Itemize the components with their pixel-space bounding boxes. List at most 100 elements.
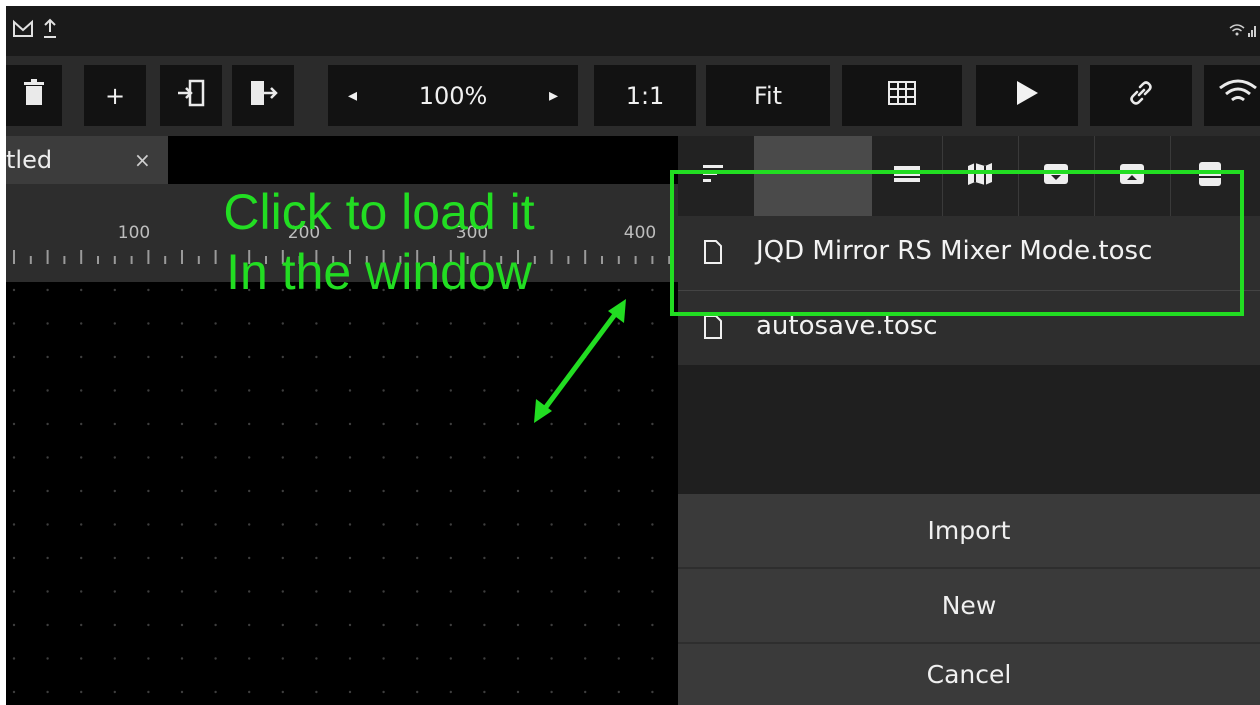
export-control-button[interactable] [232, 65, 294, 126]
grid-dot [113, 288, 117, 292]
add-button[interactable]: + [84, 65, 146, 126]
grid-dot [281, 623, 284, 627]
grid-dot [214, 523, 217, 526]
grid-dot [248, 556, 251, 560]
grid-dot [12, 690, 16, 694]
grid-dot [281, 657, 284, 660]
grid-dot [516, 456, 520, 459]
grid-dot [416, 657, 419, 660]
fit-button[interactable]: Fit [706, 65, 830, 126]
grid-dot [113, 422, 117, 426]
grid-dot [147, 623, 150, 627]
grid-dot [248, 489, 251, 493]
grid-dot [449, 590, 452, 593]
grid-dot [315, 355, 318, 359]
grid-dot [348, 489, 352, 493]
grid-dot [483, 623, 486, 627]
grid-dot [550, 456, 553, 459]
grid-dot [315, 590, 318, 593]
grid-dot [516, 690, 520, 694]
new-label: New [941, 591, 997, 620]
one-to-one-button[interactable]: 1:1 [594, 65, 696, 126]
upload-icon [42, 18, 58, 44]
network-button[interactable] [1204, 65, 1260, 126]
zoom-out-button[interactable]: ◂ [348, 85, 357, 106]
grid-dot [651, 355, 654, 359]
grid-dot [12, 590, 16, 593]
grid-dot [147, 288, 150, 292]
grid-dot [147, 355, 150, 359]
grid-dot [214, 322, 217, 325]
grid-dot [315, 389, 318, 392]
grid-dot [516, 389, 520, 392]
grid-dot [449, 355, 452, 359]
grid-dot [584, 690, 587, 694]
play-button[interactable] [976, 65, 1078, 126]
editor-toolbar: + ◂ 100% ▸ 1:1 Fit [6, 56, 1260, 136]
grid-dot [214, 590, 217, 593]
grid-dot [248, 590, 251, 593]
grid-dot [113, 590, 117, 593]
grid-dot [147, 690, 150, 694]
grid-dot [113, 523, 117, 526]
grid-dot [46, 556, 49, 560]
grid-dot [248, 456, 251, 459]
delete-button[interactable] [6, 65, 62, 126]
grid-dot [147, 657, 150, 660]
grid-dot [113, 623, 117, 627]
grid-dot [550, 590, 553, 593]
grid-dot [617, 456, 620, 459]
import-control-button[interactable] [160, 65, 222, 126]
grid-dot [617, 657, 620, 660]
grid-dot [80, 590, 83, 593]
grid-dot [180, 556, 184, 560]
grid-dot [46, 355, 49, 359]
grid-dot [550, 523, 553, 526]
import-button[interactable]: Import [678, 494, 1260, 567]
grid-button[interactable] [842, 65, 962, 126]
grid-dot [449, 456, 452, 459]
grid-dot [281, 556, 284, 560]
grid-dot [281, 322, 284, 325]
grid-dot [382, 389, 385, 392]
new-button[interactable]: New [678, 569, 1260, 642]
grid-dot [651, 657, 654, 660]
grid-icon [888, 80, 916, 111]
grid-dot [416, 523, 419, 526]
grid-dot [348, 690, 352, 694]
grid-dot [113, 556, 117, 560]
grid-dot [281, 389, 284, 392]
grid-dot [315, 322, 318, 325]
grid-dot [617, 690, 620, 694]
file-icon [704, 315, 722, 339]
grid-dot [550, 657, 553, 660]
connections-button[interactable] [1090, 65, 1192, 126]
tab-document[interactable]: tled × [6, 136, 168, 184]
grid-dot [617, 590, 620, 593]
grid-dot [348, 556, 352, 560]
annotation-highlight-box [670, 170, 1244, 316]
tab-label: tled [6, 146, 53, 174]
zoom-in-button[interactable]: ▸ [549, 85, 558, 106]
one-to-one-label: 1:1 [625, 81, 665, 110]
grid-dot [180, 389, 184, 392]
ruler-label: 400 [624, 223, 656, 243]
grid-dot [281, 523, 284, 526]
grid-dot [315, 556, 318, 560]
grid-dot [80, 322, 83, 325]
grid-dot [46, 322, 49, 325]
ruler-label: 100 [118, 223, 150, 243]
grid-dot [516, 489, 520, 493]
grid-dot [516, 623, 520, 627]
grid-dot [550, 690, 553, 694]
grid-dot [248, 657, 251, 660]
trash-icon [23, 78, 45, 113]
grid-dot [584, 590, 587, 593]
tab-close-button[interactable]: × [134, 148, 151, 172]
grid-dot [214, 623, 217, 627]
grid-dot [12, 389, 16, 392]
cancel-button[interactable]: Cancel [678, 644, 1260, 705]
grid-dot [617, 489, 620, 493]
grid-dot [651, 623, 654, 627]
grid-dot [180, 422, 184, 426]
